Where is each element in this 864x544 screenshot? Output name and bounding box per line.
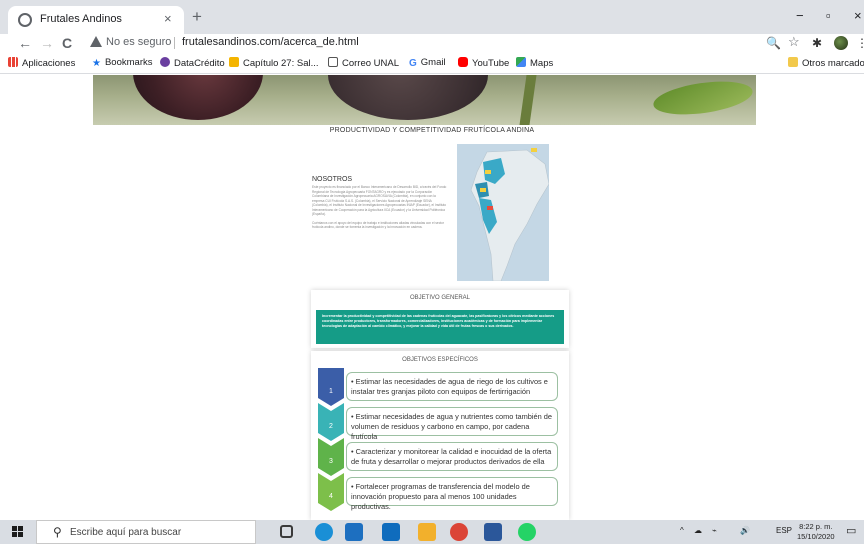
warning-icon [90,36,102,47]
taskbar-clock[interactable]: 8:22 p. m. 15/10/2020 [797,522,835,542]
step-number: 2 [329,423,333,430]
about-title: NOSOTROS [312,176,353,183]
language-indicator[interactable]: ESP [776,526,792,535]
map-graphic [470,148,549,281]
site-favicon-icon [18,13,32,27]
bookmark-star-icon[interactable]: ☆ [788,34,800,50]
network-icon[interactable]: ⌁ [712,526,717,535]
objetivo-general-card: OBJETIVO GENERAL Incrementar la producti… [311,290,569,348]
step-number: 4 [329,493,333,500]
bookmark-youtube[interactable]: YouTube [458,57,509,69]
step-text: • Estimar necesidades de agua y nutrient… [346,407,558,441]
leaf-image [651,76,755,120]
page-title: PRODUCTIVIDAD Y COMPETITIVIDAD FRUTÍCOLA… [329,127,535,134]
web-page: PRODUCTIVIDAD Y COMPETITIVIDAD FRUTÍCOLA… [0,75,864,520]
notifications-icon[interactable]: ▭ [846,524,856,537]
reload-button[interactable]: C [62,35,72,51]
unal-icon [328,57,338,67]
search-icon: ⚲ [53,525,62,539]
step-chevron-icon [318,403,344,441]
objetivo-general-text: Incrementar la productividad y competiti… [316,310,564,344]
bookmark-gmail[interactable]: G Gmail [409,57,446,69]
maximize-button[interactable]: ▫ [826,8,831,23]
datacredito-icon [160,57,170,67]
step-chevron-icon [318,473,344,511]
minimize-button[interactable]: − [796,8,804,23]
step-text: • Caracterizar y monitorear la calidad e… [346,442,558,471]
chrome-icon[interactable] [450,523,468,541]
other-bookmarks[interactable]: Otros marcadores [788,57,864,69]
fruit-image [328,75,488,120]
back-button[interactable]: ← [18,35,32,51]
step-text: • Estimar las necesidades de agua de rie… [346,372,558,401]
hero-banner-image [93,75,756,125]
objetivo-item-3: 3 • Caracterizar y monitorear la calidad… [318,438,558,476]
menu-icon[interactable]: ⋮ [856,36,864,50]
step-chevron-icon [318,368,344,406]
about-paragraph: Este proyecto es financiado por el Banco… [312,185,447,216]
bookmarks-bar: Aplicaciones ★ Bookmarks DataCrédito Capí… [0,54,864,74]
divider [174,37,175,49]
tab-close-icon[interactable]: × [164,11,172,26]
chapter-icon [229,57,239,67]
google-g-icon: G [409,58,417,69]
whatsapp-icon[interactable] [518,523,536,541]
youtube-icon [458,57,468,67]
close-window-button[interactable]: × [854,8,862,23]
stem-image [519,75,537,125]
objetivo-item-2: 2 • Estimar necesidades de agua y nutrie… [318,403,558,441]
maps-icon [516,57,526,67]
clock-time: 8:22 p. m. [799,522,833,531]
about-text: Este proyecto es financiado por el Banco… [312,185,447,234]
store-icon[interactable] [345,523,363,541]
bookmark-capitulo[interactable]: Capítulo 27: Sal... [229,57,319,69]
about-paragraph: Cuéntanos con el apoyo del equipo de tra… [312,220,445,230]
taskbar-search-placeholder: Escribe aquí para buscar [70,527,182,538]
windows-taskbar: ⚲ Escribe aquí para buscar ^ ☁ ⌁ 🔊 ESP 8… [0,520,864,544]
bookmark-bookmarks[interactable]: ★ Bookmarks [92,57,152,69]
browser-tab[interactable]: Frutales Andinos × [8,6,184,34]
objetivo-item-4: 4 • Fortalecer programas de transferenci… [318,473,558,511]
bookmark-apps[interactable]: Aplicaciones [8,57,75,69]
browser-toolbar: ← → C No es seguro frutalesandinos.com/a… [0,34,864,54]
new-tab-button[interactable]: + [192,8,202,25]
file-explorer-icon[interactable] [418,523,436,541]
objetivo-item-1: 1 • Estimar las necesidades de agua de r… [318,368,558,406]
objetivos-especificos-title: OBJETIVOS ESPECÍFICOS [402,357,478,363]
volume-icon[interactable]: 🔊 [740,526,750,535]
step-chevron-icon [318,438,344,476]
bookmark-datacredito[interactable]: DataCrédito [160,57,225,69]
taskbar-search-box[interactable]: ⚲ Escribe aquí para buscar [36,520,256,544]
clock-date: 15/10/2020 [797,532,835,541]
step-number: 1 [329,388,333,395]
folder-icon [788,57,798,67]
tray-chevron-icon[interactable]: ^ [680,526,684,535]
windows-start-icon[interactable] [12,526,23,537]
apps-grid-icon [8,57,18,67]
extensions-icon[interactable]: ✱ [812,36,822,50]
step-text: • Fortalecer programas de transferencia … [346,477,558,511]
security-status[interactable]: No es seguro [106,36,171,48]
step-number: 3 [329,458,333,465]
profile-avatar[interactable] [834,36,848,50]
star-icon: ★ [92,58,101,69]
bookmark-maps[interactable]: Maps [516,57,553,69]
url-text[interactable]: frutalesandinos.com/acerca_de.html [182,36,359,48]
onedrive-icon[interactable]: ☁ [694,526,702,535]
task-view-icon[interactable] [280,525,293,538]
word-icon[interactable] [484,523,502,541]
zoom-icon[interactable]: 🔍 [766,36,781,50]
south-america-map [457,144,549,281]
forward-button[interactable]: → [40,35,54,51]
bookmark-correo-unal[interactable]: Correo UNAL [328,57,399,69]
mail-icon[interactable] [382,523,400,541]
browser-tab-strip: Frutales Andinos × + − ▫ × [0,0,864,34]
objetivo-general-title: OBJETIVO GENERAL [409,295,470,301]
edge-icon[interactable] [315,523,333,541]
tab-title: Frutales Andinos [40,13,122,25]
address-bar[interactable]: No es seguro frutalesandinos.com/acerca_… [84,34,824,53]
fruit-image [133,75,263,120]
